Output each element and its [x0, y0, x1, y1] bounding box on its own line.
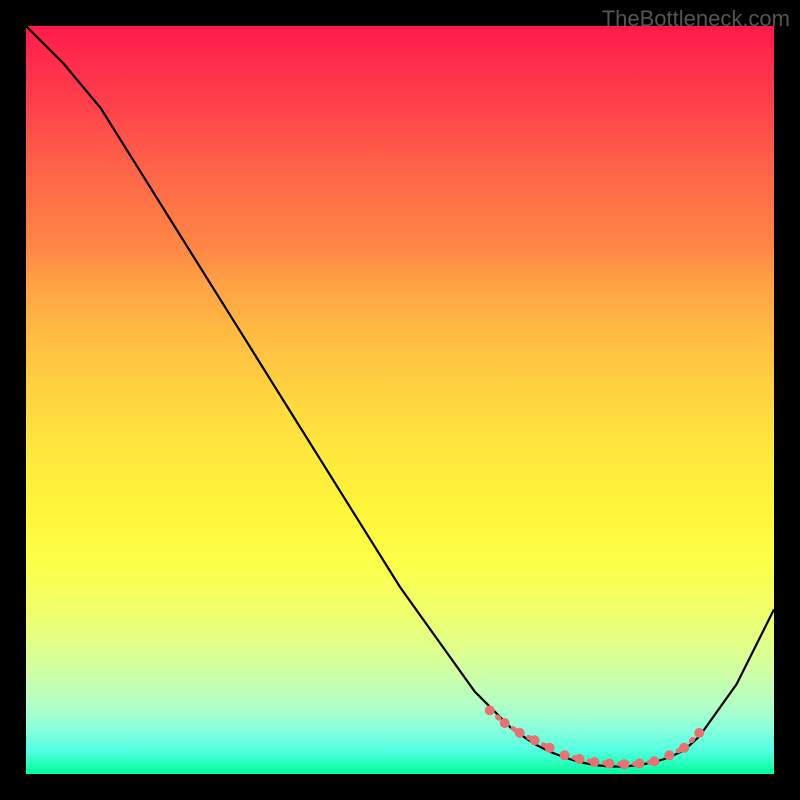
curve-dot — [530, 735, 540, 745]
curve-dot — [679, 743, 689, 753]
curve-dot — [604, 759, 614, 769]
curve-dot — [560, 750, 570, 760]
curve-line — [26, 26, 774, 767]
curve-dot — [575, 754, 585, 764]
curve-dot — [515, 728, 525, 738]
chart-svg — [26, 26, 774, 774]
chart-plot-area — [26, 26, 774, 774]
curve-dot — [500, 718, 510, 728]
curve-dot — [485, 705, 495, 715]
curve-dot — [590, 757, 600, 767]
curve-dot — [649, 756, 659, 766]
curve-dot — [694, 728, 704, 738]
curve-dot — [619, 759, 629, 769]
watermark-text: TheBottleneck.com — [602, 6, 790, 32]
curve-dotted-markers — [485, 705, 704, 769]
curve-dot — [664, 750, 674, 760]
curve-dot — [634, 759, 644, 769]
curve-dot — [545, 743, 555, 753]
